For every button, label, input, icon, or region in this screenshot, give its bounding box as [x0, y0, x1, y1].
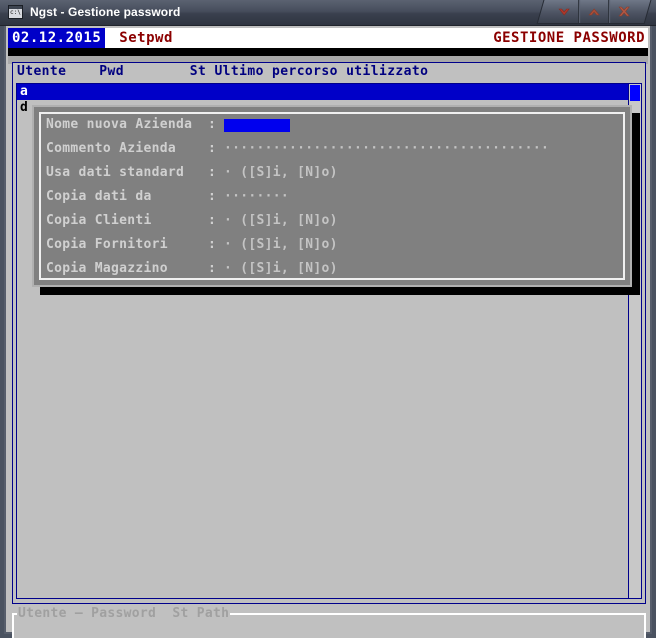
field-label: Copia Magazzino — [46, 261, 168, 276]
chevron-up-icon — [588, 8, 600, 15]
field-colon: : — [208, 213, 217, 228]
header-date: 02.12.2015 — [8, 28, 106, 48]
record-detail-labels: Utente — Password St Path — [17, 606, 231, 621]
close-icon — [618, 6, 630, 17]
copia-fornitori-input[interactable]: · ([S]i, [N]o) — [224, 233, 338, 257]
window-controls — [536, 0, 652, 24]
header-program-name: Setpwd — [119, 30, 173, 46]
scrollbar-thumb[interactable] — [630, 85, 640, 101]
close-button[interactable] — [609, 0, 639, 23]
field-colon: : — [208, 141, 217, 156]
new-company-dialog: Nome nuova Azienda : Commento Azienda : … — [32, 105, 632, 287]
title-bar-left: Ngst - Gestione password — [8, 5, 180, 19]
copia-magazzino-input[interactable]: · ([S]i, [N]o) — [224, 257, 338, 281]
field-colon: : — [208, 237, 217, 252]
commento-azienda-input[interactable]: ········································ — [224, 137, 549, 161]
field-label: Usa dati standard — [46, 165, 185, 180]
dialog-field-list: Nome nuova Azienda : Commento Azienda : … — [46, 113, 624, 281]
field-row-copia-magazzino[interactable]: Copia Magazzino : · ([S]i, [N]o) — [46, 257, 624, 281]
header-screen-title: GESTIONE PASSWORD — [493, 30, 645, 46]
field-colon: : — [208, 165, 217, 180]
title-bar[interactable]: Ngst - Gestione password — [0, 0, 656, 26]
console-client-area: 02.12.2015 Setpwd GESTIONE PASSWORD Uten… — [4, 26, 652, 638]
record-detail-panel: Utente — Password St Path admin ·······$… — [12, 606, 646, 638]
program-header: 02.12.2015 Setpwd GESTIONE PASSWORD — [8, 28, 648, 48]
field-label: Copia Clienti — [46, 213, 152, 228]
application-window: Ngst - Gestione password — [0, 0, 656, 638]
nome-nuova-azienda-input[interactable] — [224, 118, 290, 132]
window-controls-group — [536, 0, 652, 24]
field-row-copia-fornitori[interactable]: Copia Fornitori : · ([S]i, [N]o) — [46, 233, 624, 257]
field-colon: : — [208, 189, 217, 204]
field-row-usa-dati-standard[interactable]: Usa dati standard : · ([S]i, [N]o) — [46, 161, 624, 185]
usa-dati-standard-input[interactable]: · ([S]i, [N]o) — [224, 161, 338, 185]
maximize-button[interactable] — [579, 0, 610, 23]
field-row-copia-clienti[interactable]: Copia Clienti : · ([S]i, [N]o) — [46, 209, 624, 233]
minimize-button[interactable] — [550, 0, 580, 23]
record-detail-values: admin ·······$ ························· — [19, 623, 434, 638]
copia-clienti-input[interactable]: · ([S]i, [N]o) — [224, 209, 338, 233]
copia-dati-da-input[interactable]: ········ — [224, 185, 289, 209]
list-item[interactable]: a — [17, 84, 628, 100]
console-icon — [8, 5, 23, 19]
field-label: Commento Azienda — [46, 141, 177, 156]
field-row-copia-dati-da[interactable]: Copia dati da : ········ — [46, 185, 624, 209]
chevron-down-icon — [558, 8, 570, 15]
header-black-separator — [8, 48, 648, 56]
field-label: Copia dati da — [46, 189, 152, 204]
list-column-headers: Utente Pwd St Ultimo percorso utilizzato — [17, 64, 429, 79]
window-title: Ngst - Gestione password — [30, 5, 181, 19]
field-row-nome-nuova-azienda[interactable]: Nome nuova Azienda : — [46, 113, 624, 137]
field-colon: : — [208, 261, 217, 276]
field-label: Nome nuova Azienda — [46, 117, 193, 132]
field-row-commento-azienda[interactable]: Commento Azienda : ·····················… — [46, 137, 624, 161]
field-label: Copia Fornitori — [46, 237, 168, 252]
field-colon: : — [208, 117, 217, 132]
